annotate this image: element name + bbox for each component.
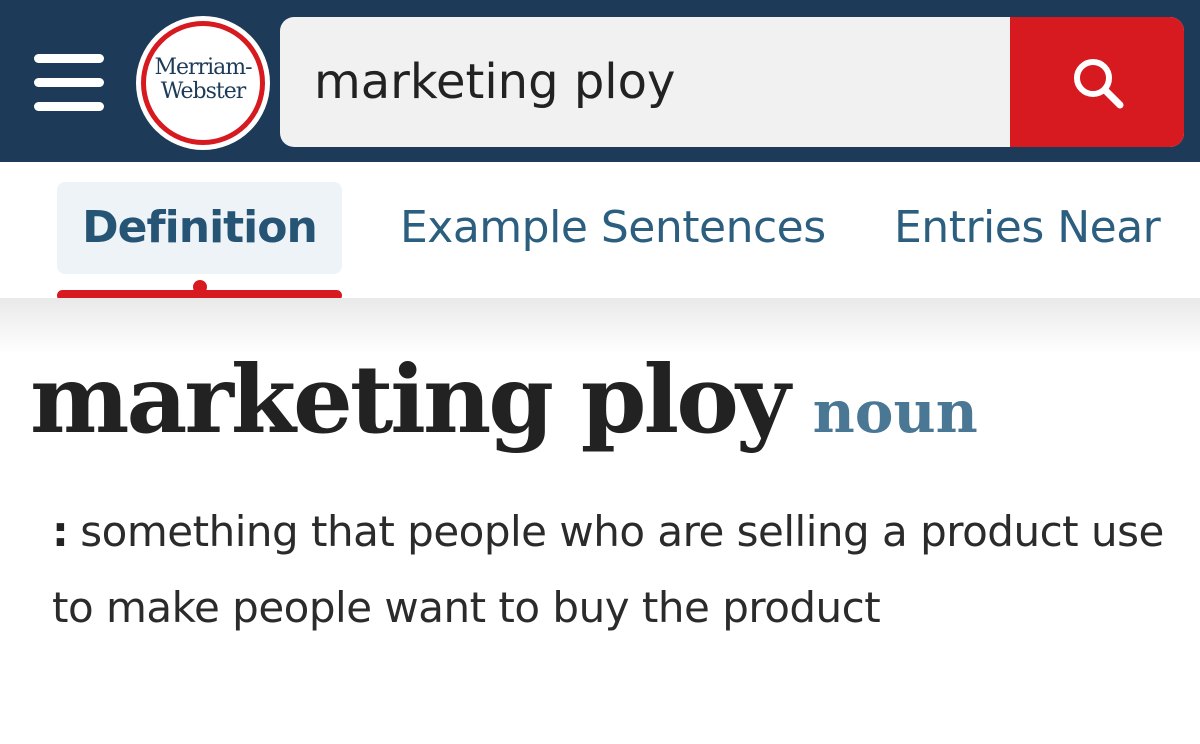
search-input[interactable] <box>314 17 994 147</box>
definition-text: : something that people who are selling a… <box>52 494 1182 646</box>
search-button[interactable] <box>1010 17 1184 147</box>
logo-line-1: Merriam- <box>154 55 252 80</box>
tab-definition[interactable]: Definition <box>57 182 342 274</box>
search-box <box>280 17 1184 147</box>
menu-bar-bottom <box>34 102 104 111</box>
tab-entries-near[interactable]: Entries Near <box>894 182 1161 274</box>
logo-text: Merriam- Webster <box>136 56 270 104</box>
definition-body: something that people who are selling a … <box>52 507 1164 632</box>
part-of-speech[interactable]: noun <box>813 378 978 446</box>
merriam-webster-logo[interactable]: Merriam- Webster <box>136 16 270 150</box>
entry-tabs: Definition Example Sentences Entries Nea… <box>0 162 1200 301</box>
search-icon <box>1074 59 1124 109</box>
hamburger-menu-icon[interactable] <box>34 54 104 112</box>
headword-row: marketing ploy noun <box>30 340 1190 470</box>
definition-colon: : <box>52 507 69 556</box>
active-tab-indicator-notch <box>193 280 207 294</box>
site-header: Merriam- Webster <box>0 0 1200 162</box>
menu-bar-top <box>34 54 104 63</box>
tab-example-sentences[interactable]: Example Sentences <box>400 182 826 274</box>
logo-line-2: Webster <box>160 79 247 104</box>
menu-bar-middle <box>34 78 104 87</box>
headword: marketing ploy <box>30 345 791 455</box>
